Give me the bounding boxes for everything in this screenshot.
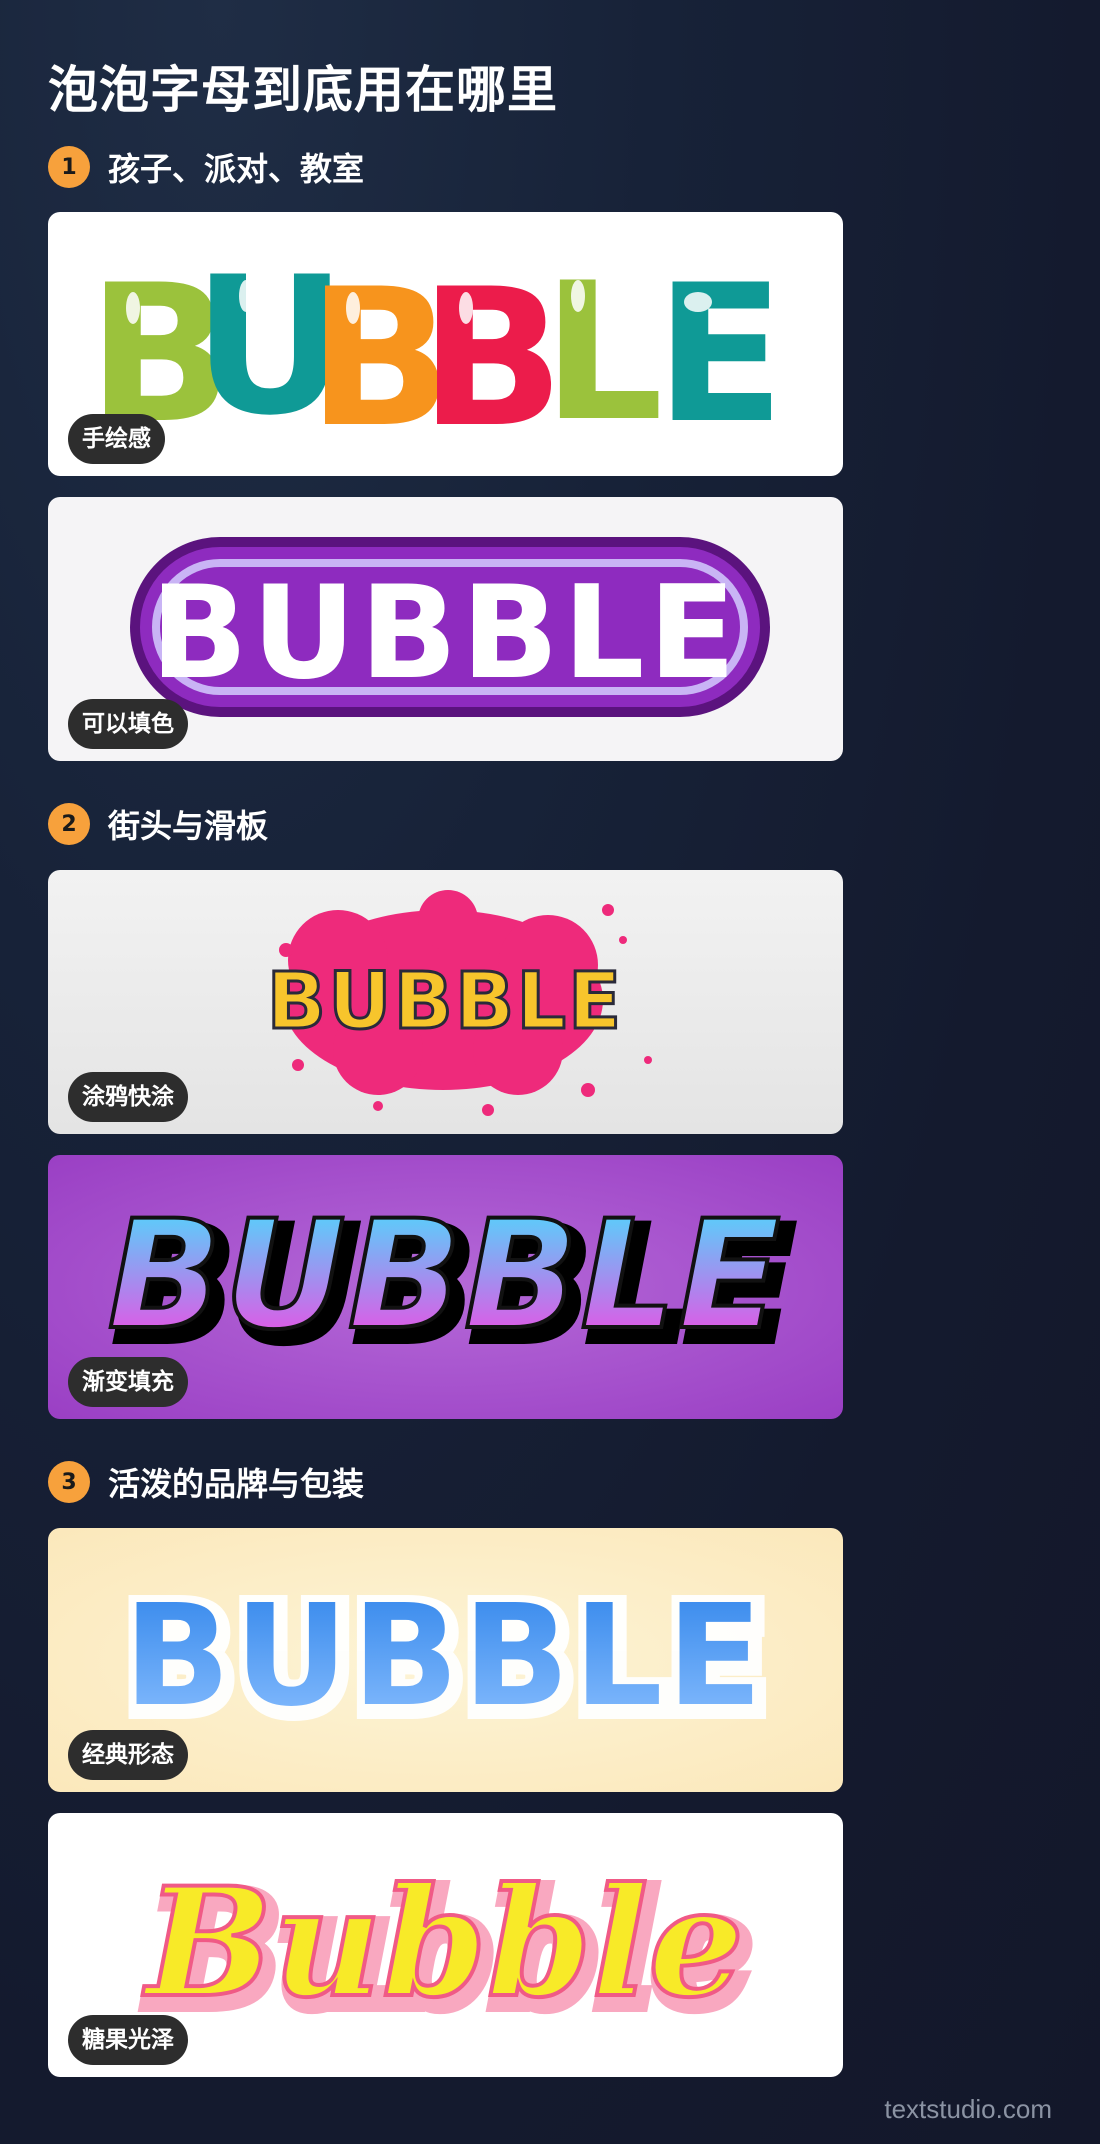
page-title: 泡泡字母到底用在哪里 [48, 61, 558, 119]
svg-text:BUBBLE: BUBBLE [124, 1575, 767, 1738]
letter-5: L [542, 242, 663, 463]
bubble-text-hand-drawn-illustration: B U B B L E [88, 236, 785, 469]
section-title: 街头与滑板 [108, 807, 269, 845]
style-tag: 可以填色 [68, 699, 188, 749]
svg-text:Bubble: Bubble [142, 1855, 744, 2031]
style-tag: 手绘感 [68, 414, 165, 464]
section-title: 活泼的品牌与包装 [108, 1465, 365, 1503]
example-card-candy[interactable]: Bubble Bubble 糖果光泽 [48, 1813, 843, 2077]
svg-text:BUBBLE: BUBBLE [108, 1189, 783, 1363]
watermark: textstudio.com [884, 2094, 1052, 2124]
example-card-graffiti[interactable]: BUBBLE 涂鸦快涂 [48, 870, 843, 1134]
section-title: 孩子、派对、教室 [108, 150, 365, 188]
style-tag: 经典形态 [68, 1730, 188, 1780]
section-number-badge: 2 [48, 803, 90, 845]
example-card-hand-drawn[interactable]: B U B B L E 手绘感 [48, 212, 843, 476]
example-card-classic[interactable]: BUBBLE BUBBLE 经典形态 [48, 1528, 843, 1792]
section-number-badge: 3 [48, 1461, 90, 1503]
svg-text:BUBBLE: BUBBLE [150, 559, 740, 708]
section-heading-3: 3 活泼的品牌与包装 [48, 1460, 364, 1504]
section-number-badge: 1 [48, 146, 90, 188]
section-heading-1: 1 孩子、派对、教室 [48, 145, 364, 189]
section-heading-2: 2 街头与滑板 [48, 802, 268, 846]
example-card-gradient[interactable]: BUBBLE BUBBLE 渐变填充 [48, 1155, 843, 1419]
style-tag: 糖果光泽 [68, 2015, 188, 2065]
svg-text:BUBBLE: BUBBLE [267, 957, 624, 1047]
style-tag: 涂鸦快涂 [68, 1072, 188, 1122]
style-tag: 渐变填充 [68, 1357, 188, 1407]
letter-6: E [655, 244, 785, 465]
example-card-colorable[interactable]: BUBBLE 可以填色 [48, 497, 843, 761]
